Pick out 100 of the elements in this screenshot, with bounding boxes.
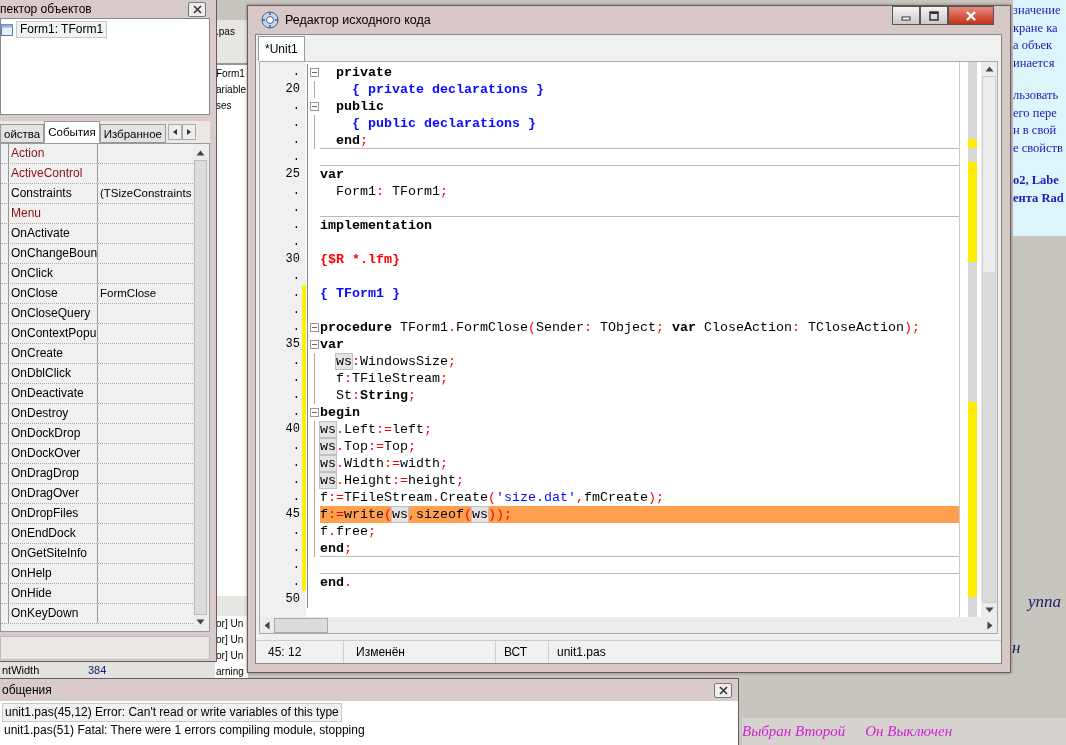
form-icon: [1, 23, 13, 36]
tab[interactable]: *Unit1: [258, 36, 305, 61]
fold-toggle-icon[interactable]: [309, 340, 319, 349]
fold-toggle-icon[interactable]: [309, 323, 319, 332]
property-name[interactable]: OnDestroy: [9, 404, 98, 423]
tree-item[interactable]: Form1: TForm1: [16, 21, 108, 38]
scroll-down-icon: [984, 607, 994, 613]
scroll-right-button[interactable]: [182, 124, 196, 140]
property-name[interactable]: OnHide: [9, 584, 98, 603]
document-text: е свойств: [1013, 139, 1064, 157]
vertical-scrollbar[interactable]: [981, 62, 997, 617]
property-name[interactable]: OnDeactivate: [9, 384, 98, 403]
property-name[interactable]: OnDragOver: [9, 484, 98, 503]
minimize-button[interactable]: [892, 6, 920, 25]
line-number: .: [291, 183, 301, 200]
horizontal-scrollbar[interactable]: [260, 617, 997, 633]
fold-toggle-icon[interactable]: [309, 408, 319, 417]
property-name[interactable]: Menu: [9, 204, 98, 223]
document-text: его пере: [1013, 104, 1058, 122]
property-name[interactable]: OnEndDock: [9, 524, 98, 543]
line-number: .: [291, 353, 301, 370]
code-line: ws:WindowsSize;: [336, 354, 456, 369]
line-number: .: [291, 540, 301, 557]
property-name[interactable]: OnDockDrop: [9, 424, 98, 443]
status-label: Выбран Второй: [742, 723, 846, 740]
close-button[interactable]: [188, 1, 206, 17]
maximize-icon: [929, 10, 939, 21]
line-number: .: [291, 149, 301, 166]
property-value[interactable]: FormClose: [100, 287, 157, 299]
property-name[interactable]: OnGetSiteInfo: [9, 544, 98, 563]
property-name[interactable]: OnCloseQuery: [9, 304, 98, 323]
property-name[interactable]: OnChangeBoun: [9, 244, 98, 263]
status-label: Он Выключен: [865, 723, 953, 740]
message-item: arning: [215, 665, 245, 679]
line-number: .: [291, 472, 301, 489]
line-number: .: [291, 489, 301, 506]
maximize-button[interactable]: [920, 6, 948, 25]
line-number: .: [291, 200, 301, 217]
fold-line: [313, 81, 315, 98]
line-number: .: [291, 302, 301, 319]
line-number: 40: [284, 421, 301, 438]
property-name[interactable]: OnHelp: [9, 564, 98, 583]
list-item: Form1: [215, 67, 246, 82]
property-name[interactable]: OnContextPopu: [9, 324, 98, 343]
code-line: f:TFileStream;: [336, 371, 448, 386]
property-name[interactable]: OnDropFiles: [9, 504, 98, 523]
document-text: значение: [1013, 2, 1062, 19]
property-name[interactable]: OnCreate: [9, 344, 98, 363]
fold-toggle-icon[interactable]: [309, 68, 319, 77]
app-icon: [261, 11, 279, 29]
code-line: ws.Width:=width;: [320, 456, 448, 471]
document-text: кране ка: [1013, 19, 1059, 37]
property-name[interactable]: OnClose: [9, 284, 98, 303]
line-number: .: [291, 455, 301, 472]
property-name[interactable]: OnDragDrop: [9, 464, 98, 483]
tab[interactable]: ойства: [0, 124, 45, 143]
window-title: пектор объектов: [0, 2, 92, 16]
status-text: 45: 12: [256, 641, 344, 663]
code-line: end;: [320, 541, 352, 556]
line-number: 35: [284, 336, 301, 353]
property-name[interactable]: Constraints: [9, 184, 98, 203]
line-number: .: [291, 115, 301, 132]
code-line: f:=TFileStream.Create('size.dat',fmCreate);: [320, 490, 664, 505]
scrollbar-thumb[interactable]: [194, 160, 207, 615]
property-name[interactable]: OnKeyDown: [9, 604, 98, 623]
code-line: Form1: TForm1;: [336, 184, 448, 199]
property-name[interactable]: OnActivate: [9, 224, 98, 243]
scroll-right-icon: [987, 620, 993, 630]
scroll-left-button[interactable]: [168, 124, 182, 140]
code-line: procedure TForm1.FormClose(Sender: TObject; var CloseAction: TCloseAction);: [320, 320, 920, 335]
code-line: { public declarations }: [351, 116, 536, 131]
fold-toggle-icon[interactable]: [309, 102, 319, 111]
code-line: f.free;: [320, 524, 376, 539]
line-number: .: [291, 574, 301, 591]
close-icon: [965, 10, 977, 21]
scroll-up-icon: [196, 150, 205, 156]
message-item[interactable]: unit1.pas(45,12) Error: Can't read or write variables of this type: [2, 703, 342, 722]
property-name[interactable]: OnDblClick: [9, 364, 98, 383]
tab[interactable]: Избранное: [99, 124, 166, 143]
code-editor[interactable]: [260, 62, 960, 617]
property-value[interactable]: (TSizeConstraints: [100, 187, 192, 199]
scrollbar-thumb[interactable]: [274, 617, 328, 633]
message-item[interactable]: unit1.pas(51) Fatal: There were 1 errors compiling module, stopping: [2, 722, 367, 739]
property-name[interactable]: Action: [9, 144, 98, 163]
status-text: ВСТ: [496, 641, 549, 663]
property-name[interactable]: OnClick: [9, 264, 98, 283]
code-line: St:String;: [336, 388, 416, 403]
scroll-left-icon: [264, 620, 270, 630]
property-name[interactable]: ActiveControl: [9, 164, 98, 183]
file-name: .pas: [215, 25, 236, 39]
tab[interactable]: События: [44, 121, 100, 143]
vertical-scrollbar[interactable]: [193, 144, 208, 631]
line-number: .: [291, 268, 301, 285]
close-button[interactable]: [948, 6, 994, 25]
status-text: unit1.pas: [556, 644, 607, 661]
property-name[interactable]: OnDockOver: [9, 444, 98, 463]
list-item: ariable: [215, 83, 248, 98]
code-line: ws.Top:=Top;: [320, 439, 416, 454]
line-number: .: [291, 217, 301, 234]
close-button[interactable]: [714, 682, 732, 698]
